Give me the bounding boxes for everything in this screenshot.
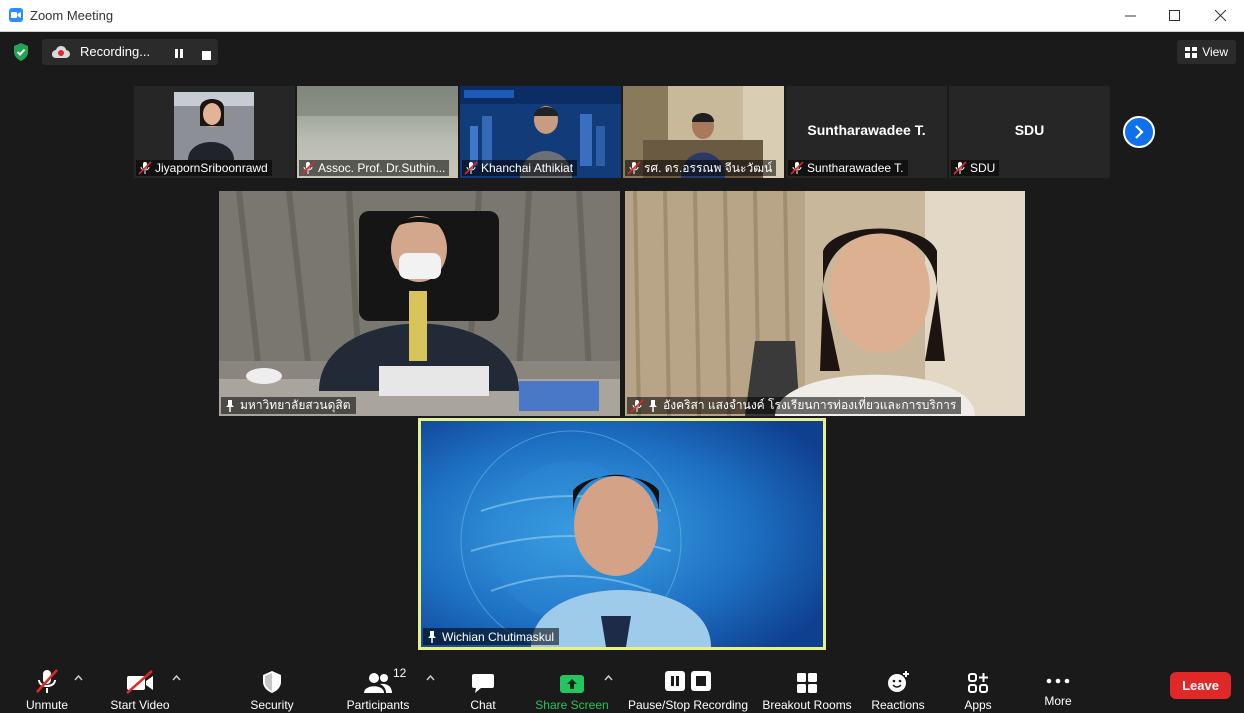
video-tile-right[interactable]: อังคริสา แสงจำนงค์ โรงเรียนการท่องเที่ยว… [625, 191, 1025, 416]
reactions-button[interactable]: Reactions [868, 656, 928, 713]
security-button[interactable]: Security [246, 656, 298, 713]
share-screen-icon [560, 675, 584, 693]
maximize-button[interactable] [1151, 0, 1197, 31]
smiley-plus-icon [888, 671, 909, 692]
spotlight-pin-icon [649, 399, 657, 412]
start-video-button[interactable]: Start Video [104, 656, 176, 713]
video-off-icon [126, 670, 153, 694]
participant-name-label: Khanchai Athikiat [462, 160, 578, 176]
unmute-button[interactable]: Unmute [16, 656, 78, 713]
apps-icon [968, 673, 988, 693]
participant-video [219, 191, 620, 416]
participant-thumbnail[interactable]: JiyapornSriboonrawd [134, 86, 295, 178]
participant-name-label: Assoc. Prof. Dr.Suthin... [299, 160, 450, 176]
muted-mic-icon [630, 398, 644, 413]
participant-video [421, 421, 823, 647]
audio-options-chevron-icon[interactable] [74, 668, 83, 686]
video-tile-left[interactable]: มหาวิทยาลัยสวนดุสิต [219, 191, 620, 416]
participant-name-label: มหาวิทยาลัยสวนดุสิต [221, 397, 356, 414]
minimize-button[interactable] [1107, 0, 1153, 31]
pause-stop-recording-button[interactable]: Pause/Stop Recording [626, 656, 750, 713]
muted-mic-icon [138, 161, 152, 175]
muted-mic-icon [301, 161, 315, 175]
chevron-right-icon [1135, 125, 1144, 139]
encryption-shield-icon[interactable] [12, 42, 30, 67]
participant-name-label: อังคริสา แสงจำนงค์ โรงเรียนการท่องเที่ยว… [627, 397, 962, 414]
participant-name-label: Wichian Chutimaskul [423, 628, 560, 645]
share-options-chevron-icon[interactable] [604, 668, 613, 686]
participants-button[interactable]: Participants [342, 656, 414, 713]
participant-name-label: รศ. ดร.อรรณพ จีนะวัฒน์ [625, 160, 777, 176]
participant-display-name: SDU [1014, 122, 1045, 138]
stop-recording-icon[interactable] [202, 47, 211, 65]
muted-mic-icon [36, 669, 58, 693]
close-button[interactable] [1197, 0, 1243, 31]
view-button[interactable]: View [1177, 40, 1236, 64]
muted-mic-icon [464, 161, 478, 175]
muted-mic-icon [953, 161, 967, 175]
window-titlebar: Zoom Meeting [0, 0, 1244, 32]
recording-indicator: Recording... [42, 39, 218, 65]
participant-name-label: JiyapornSriboonrawd [136, 160, 272, 176]
spotlight-pin-icon [226, 399, 234, 412]
muted-mic-icon [627, 161, 641, 175]
pause-icon [665, 671, 685, 691]
shield-icon [263, 671, 281, 693]
participant-thumbnail[interactable]: SDU SDU [949, 86, 1110, 178]
spotlight-pin-icon [428, 630, 436, 643]
participants-options-chevron-icon[interactable] [426, 668, 435, 686]
more-dots-icon [1046, 678, 1070, 684]
video-tile-active-speaker[interactable]: Wichian Chutimaskul [418, 418, 826, 650]
muted-mic-icon [790, 161, 804, 175]
cloud-recording-icon [52, 45, 70, 64]
leave-button[interactable]: Leave [1170, 672, 1231, 699]
apps-button[interactable]: Apps [956, 656, 1000, 713]
participant-thumbnail[interactable]: รศ. ดร.อรรณพ จีนะวัฒน์ [623, 86, 784, 178]
breakout-rooms-icon [797, 673, 817, 693]
breakout-rooms-button[interactable]: Breakout Rooms [760, 656, 854, 713]
video-options-chevron-icon[interactable] [172, 668, 181, 686]
next-page-button[interactable] [1123, 116, 1155, 148]
participants-icon [364, 673, 392, 693]
participant-display-name: Suntharawadee T. [807, 122, 926, 138]
window-title: Zoom Meeting [30, 8, 114, 23]
participant-thumbnail[interactable]: Khanchai Athikiat [460, 86, 621, 178]
pause-recording-icon[interactable] [174, 46, 184, 64]
more-button[interactable]: More [1036, 656, 1080, 713]
meeting-topbar: Recording... View [0, 32, 1244, 72]
participant-name-label: Suntharawadee T. [788, 160, 908, 176]
participant-name-label: SDU [951, 160, 1000, 176]
recording-label: Recording... [80, 44, 151, 59]
view-label: View [1202, 45, 1228, 59]
participant-thumbnail[interactable]: Assoc. Prof. Dr.Suthin... [297, 86, 458, 178]
participant-video [625, 191, 1025, 416]
participant-strip: JiyapornSriboonrawd Assoc. Prof. Dr.Suth… [134, 86, 1110, 178]
stop-icon [691, 671, 711, 691]
chat-button[interactable]: Chat [460, 656, 506, 713]
grid-view-icon [1185, 46, 1198, 58]
share-screen-button[interactable]: Share Screen [532, 656, 612, 713]
participant-thumbnail[interactable]: Suntharawadee T. Suntharawadee T. [786, 86, 947, 178]
participants-count-badge: 12 [393, 666, 407, 680]
chat-bubble-icon [472, 674, 494, 693]
zoom-logo-icon [9, 8, 23, 22]
